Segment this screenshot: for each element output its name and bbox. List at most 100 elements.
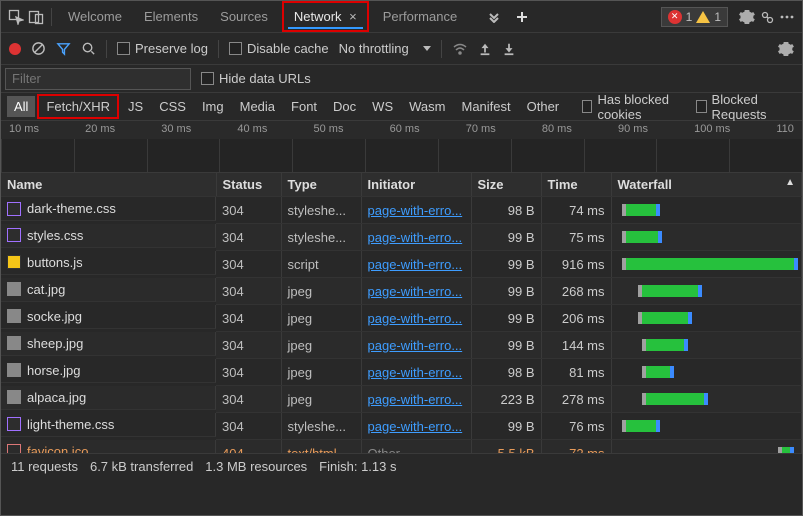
close-icon[interactable]: ×: [349, 9, 357, 24]
type-filter-manifest[interactable]: Manifest: [454, 96, 517, 117]
type-filter-img[interactable]: Img: [195, 96, 231, 117]
col-name[interactable]: Name: [1, 173, 216, 197]
col-type[interactable]: Type: [281, 173, 361, 197]
cell-type: script: [281, 251, 361, 278]
filter-funnel-icon[interactable]: [56, 41, 71, 56]
table-row[interactable]: horse.jpg304jpegpage-with-erro...98 B81 …: [1, 359, 802, 386]
table-row[interactable]: sheep.jpg304jpegpage-with-erro...99 B144…: [1, 332, 802, 359]
throttling-select[interactable]: No throttling: [339, 41, 431, 56]
upload-har-icon[interactable]: [478, 42, 492, 56]
cell-waterfall: [611, 359, 802, 386]
type-filter-fetchxhr[interactable]: Fetch/XHR: [37, 94, 119, 119]
disable-cache-checkbox[interactable]: Disable cache: [229, 41, 329, 56]
col-time[interactable]: Time: [541, 173, 611, 197]
initiator-link[interactable]: page-with-erro...: [368, 311, 463, 326]
network-settings-gear-icon[interactable]: [778, 41, 794, 57]
type-filter-all[interactable]: All: [7, 96, 35, 117]
type-filter-media[interactable]: Media: [233, 96, 282, 117]
search-icon[interactable]: [81, 41, 96, 56]
table-row[interactable]: styles.css304styleshe...page-with-erro..…: [1, 224, 802, 251]
record-button[interactable]: [9, 43, 21, 55]
initiator-link[interactable]: page-with-erro...: [368, 365, 463, 380]
initiator-link[interactable]: page-with-erro...: [368, 284, 463, 299]
table-row[interactable]: buttons.js304scriptpage-with-erro...99 B…: [1, 251, 802, 278]
cell-waterfall: [611, 197, 802, 224]
cell-size: 99 B: [471, 305, 541, 332]
type-filter-ws[interactable]: WS: [365, 96, 400, 117]
file-name: cat.jpg: [27, 282, 65, 297]
cell-status: 304: [216, 197, 281, 224]
feedback-icon[interactable]: [758, 8, 776, 26]
tab-welcome[interactable]: Welcome: [58, 3, 132, 30]
wifi-icon[interactable]: [452, 41, 468, 57]
issues-badge[interactable]: ✕ 1 1: [661, 7, 728, 27]
table-row[interactable]: light-theme.css304styleshe...page-with-e…: [1, 413, 802, 440]
table-row[interactable]: alpaca.jpg304jpegpage-with-erro...223 B2…: [1, 386, 802, 413]
inspect-element-icon[interactable]: [7, 8, 25, 26]
tab-network-label: Network: [294, 9, 342, 24]
type-filter-other[interactable]: Other: [520, 96, 567, 117]
col-waterfall[interactable]: Waterfall: [611, 173, 802, 197]
col-initiator[interactable]: Initiator: [361, 173, 471, 197]
initiator-link[interactable]: page-with-erro...: [368, 230, 463, 245]
type-filter-doc[interactable]: Doc: [326, 96, 363, 117]
col-size[interactable]: Size: [471, 173, 541, 197]
has-blocked-cookies-label: Has blocked cookies: [597, 92, 693, 122]
initiator-link[interactable]: page-with-erro...: [368, 203, 463, 218]
type-filter-css[interactable]: CSS: [152, 96, 193, 117]
more-tabs-icon[interactable]: [485, 8, 503, 26]
file-name: styles.css: [27, 228, 83, 243]
settings-gear-icon[interactable]: [738, 8, 756, 26]
new-tab-icon[interactable]: [513, 8, 531, 26]
initiator-link[interactable]: page-with-erro...: [368, 338, 463, 353]
disable-cache-input[interactable]: [229, 42, 242, 55]
col-status[interactable]: Status: [216, 173, 281, 197]
initiator-link[interactable]: page-with-erro...: [368, 257, 463, 272]
type-filter-font[interactable]: Font: [284, 96, 324, 117]
filter-bar: Hide data URLs: [1, 65, 802, 93]
cell-initiator: page-with-erro...: [361, 305, 471, 332]
clear-icon[interactable]: [31, 41, 46, 56]
type-filter-wasm[interactable]: Wasm: [402, 96, 452, 117]
cell-initiator: page-with-erro...: [361, 413, 471, 440]
initiator-link[interactable]: page-with-erro...: [368, 419, 463, 434]
tab-elements[interactable]: Elements: [134, 3, 208, 30]
hide-data-urls-input[interactable]: [201, 72, 214, 85]
cell-status: 404: [216, 440, 281, 454]
timeline-overview[interactable]: 10 ms20 ms30 ms40 ms50 ms60 ms70 ms80 ms…: [1, 121, 802, 173]
device-toggle-icon[interactable]: [27, 8, 45, 26]
table-row[interactable]: favicon.ico404text/htmlOther5.5 kB72 ms: [1, 440, 802, 454]
table-row[interactable]: cat.jpg304jpegpage-with-erro...99 B268 m…: [1, 278, 802, 305]
cell-initiator: page-with-erro...: [361, 359, 471, 386]
download-har-icon[interactable]: [502, 42, 516, 56]
status-bar: 11 requests 6.7 kB transferred 1.3 MB re…: [1, 453, 802, 479]
cell-time: 76 ms: [541, 413, 611, 440]
divider: [441, 40, 442, 58]
cell-waterfall: [611, 278, 802, 305]
more-menu-icon[interactable]: [778, 8, 796, 26]
cell-size: 99 B: [471, 413, 541, 440]
type-filter-js[interactable]: JS: [121, 96, 150, 117]
preserve-log-input[interactable]: [117, 42, 130, 55]
timeline-bars: [1, 139, 802, 172]
table-row[interactable]: socke.jpg304jpegpage-with-erro...99 B206…: [1, 305, 802, 332]
initiator-link[interactable]: page-with-erro...: [368, 392, 463, 407]
cell-type: text/html: [281, 440, 361, 454]
tab-network[interactable]: Network ×: [288, 5, 363, 28]
tab-performance[interactable]: Performance: [373, 3, 467, 30]
hide-data-urls-checkbox[interactable]: Hide data URLs: [201, 71, 311, 86]
cell-time: 206 ms: [541, 305, 611, 332]
has-blocked-cookies-input[interactable]: [582, 100, 593, 113]
table-row[interactable]: dark-theme.css304styleshe...page-with-er…: [1, 197, 802, 224]
cell-size: 98 B: [471, 359, 541, 386]
cell-type: jpeg: [281, 278, 361, 305]
has-blocked-cookies-checkbox[interactable]: Has blocked cookies: [582, 92, 694, 122]
status-resources: 1.3 MB resources: [205, 459, 307, 474]
filter-input[interactable]: [5, 68, 191, 90]
blocked-requests-input[interactable]: [696, 100, 707, 113]
cell-size: 99 B: [471, 278, 541, 305]
blocked-requests-checkbox[interactable]: Blocked Requests: [696, 92, 796, 122]
tab-sources[interactable]: Sources: [210, 3, 278, 30]
preserve-log-checkbox[interactable]: Preserve log: [117, 41, 208, 56]
cell-size: 5.5 kB: [471, 440, 541, 454]
